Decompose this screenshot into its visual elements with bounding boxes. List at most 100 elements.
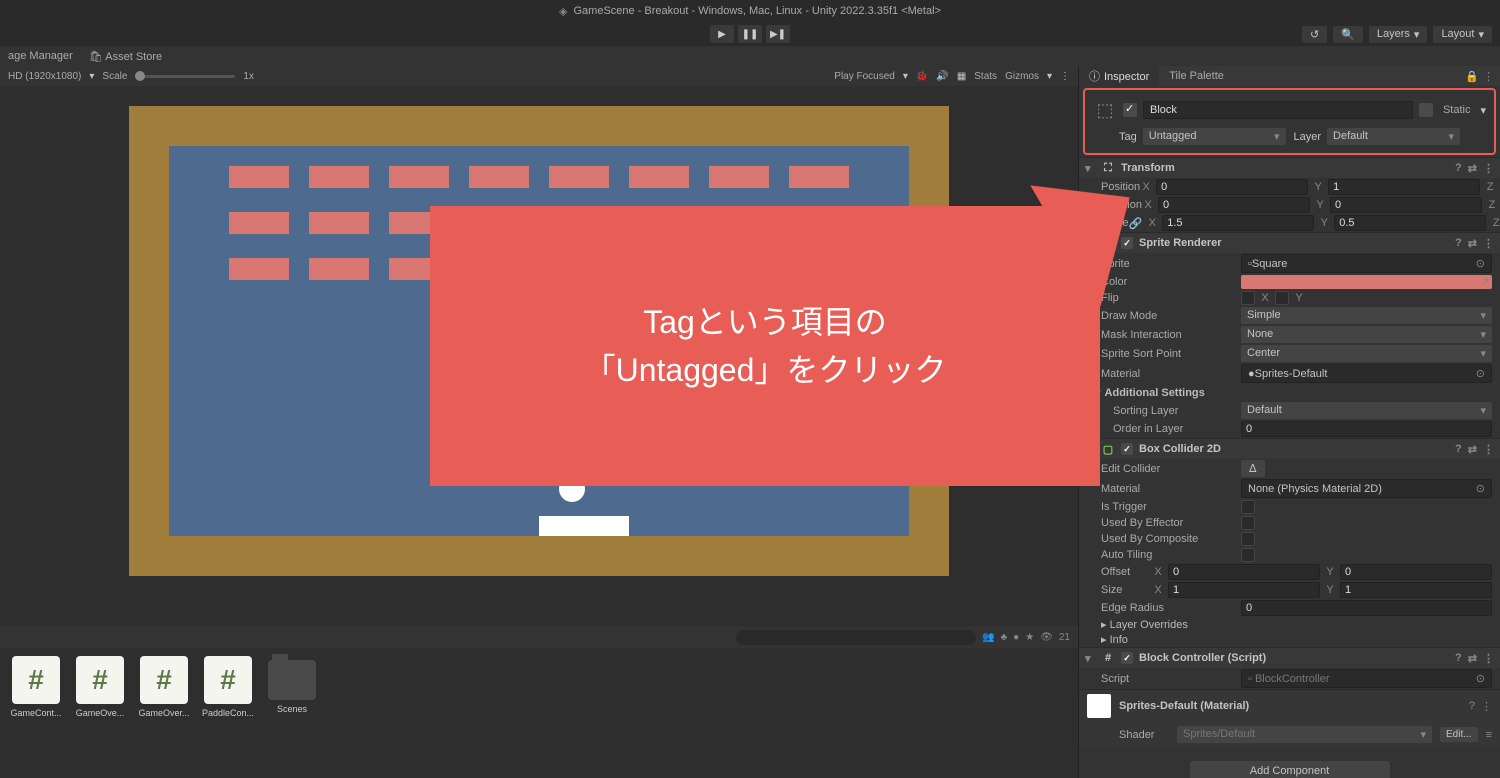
menu-icon[interactable]: ⋮: [1483, 237, 1494, 250]
flip-y-checkbox[interactable]: [1275, 291, 1289, 305]
rot-x-input[interactable]: [1158, 197, 1310, 213]
pos-y-input[interactable]: [1328, 179, 1480, 195]
highlighted-area: ⬚ ✓ Static ▾ Tag Untagged Layer Default: [1083, 88, 1496, 155]
add-component-button[interactable]: Add Component: [1190, 761, 1390, 778]
shader-edit-button[interactable]: Edit...: [1440, 727, 1478, 742]
color-picker[interactable]: [1241, 275, 1492, 289]
layer-overrides-header[interactable]: ▸ Layer Overrides: [1101, 618, 1241, 631]
mute-icon[interactable]: 🐞: [916, 71, 928, 82]
layers-dropdown[interactable]: Layers ▾: [1369, 26, 1428, 43]
tab-package-manager[interactable]: age Manager: [8, 50, 73, 62]
tag-dropdown[interactable]: Untagged: [1143, 128, 1286, 145]
stats-button[interactable]: Stats: [974, 71, 997, 82]
shader-menu-icon[interactable]: ≡: [1486, 729, 1492, 741]
pause-button[interactable]: ❚❚: [738, 25, 762, 43]
material-swatch[interactable]: [1087, 694, 1111, 718]
audio-icon[interactable]: 🔊: [936, 71, 948, 82]
tab-asset-store[interactable]: 🛍 Asset Store: [89, 50, 162, 63]
offset-y-input[interactable]: [1340, 564, 1492, 580]
play-focused-dropdown[interactable]: Play Focused: [834, 71, 895, 82]
search-button[interactable]: 🔍: [1333, 26, 1363, 43]
preset-icon[interactable]: ⇄: [1468, 652, 1477, 665]
box-collider-component: ▾▢Box Collider 2D?⇄⋮ Edit Colliderᐃ Mate…: [1079, 438, 1500, 647]
undo-history-button[interactable]: ↺: [1302, 26, 1327, 43]
pos-x-input[interactable]: [1156, 179, 1308, 195]
size-x-input[interactable]: [1168, 582, 1320, 598]
resolution-dropdown[interactable]: HD (1920x1080): [8, 71, 81, 82]
menu-icon[interactable]: ⋮: [1481, 700, 1492, 713]
offset-x-input[interactable]: [1168, 564, 1320, 580]
enable-checkbox[interactable]: [1121, 652, 1133, 664]
static-dropdown-icon[interactable]: ▾: [1480, 104, 1486, 117]
is-trigger-checkbox[interactable]: [1241, 500, 1255, 514]
static-checkbox[interactable]: [1419, 103, 1433, 117]
play-button[interactable]: ▶: [710, 25, 734, 43]
menu-icon[interactable]: ⋮: [1483, 70, 1494, 83]
composite-checkbox[interactable]: [1241, 532, 1255, 546]
active-checkbox[interactable]: ✓: [1123, 103, 1137, 117]
sorting-layer-dropdown[interactable]: Default: [1241, 402, 1492, 419]
effector-checkbox[interactable]: [1241, 516, 1255, 530]
layer-dropdown[interactable]: Default: [1327, 128, 1460, 145]
auto-tiling-checkbox[interactable]: [1241, 548, 1255, 562]
menu-icon[interactable]: ⋮: [1483, 652, 1494, 665]
help-icon[interactable]: ?: [1469, 700, 1475, 713]
scale-y-input[interactable]: [1334, 215, 1486, 231]
scale-slider[interactable]: [135, 75, 235, 78]
favorite-icon[interactable]: ★: [1025, 632, 1034, 643]
label-filter-icon[interactable]: ●: [1013, 632, 1019, 643]
scale-x-input[interactable]: [1162, 215, 1314, 231]
step-button[interactable]: ▶❚: [766, 25, 790, 43]
flip-x-checkbox[interactable]: [1241, 291, 1255, 305]
sort-point-dropdown[interactable]: Center: [1241, 345, 1492, 362]
menu-icon[interactable]: ⋮: [1483, 162, 1494, 175]
menu-icon[interactable]: ⋮: [1483, 443, 1494, 456]
hidden-icon[interactable]: 👁: [1040, 632, 1053, 643]
gizmos-dropdown[interactable]: Gizmos: [1005, 71, 1039, 82]
edge-radius-input[interactable]: [1241, 600, 1492, 616]
asset-item[interactable]: #PaddleCon...: [200, 656, 256, 770]
tag-label: Tag: [1119, 131, 1137, 143]
type-filter-icon[interactable]: ♣: [1001, 632, 1008, 643]
collapse-icon[interactable]: ▾: [1085, 652, 1095, 665]
tab-inspector[interactable]: ⓘInspector: [1079, 66, 1159, 87]
enable-checkbox[interactable]: [1121, 443, 1133, 455]
layout-dropdown[interactable]: Layout ▾: [1433, 26, 1492, 43]
material-field[interactable]: ●Sprites-Default: [1241, 364, 1492, 383]
asset-item[interactable]: #GameCont...: [8, 656, 64, 770]
object-name-input[interactable]: [1143, 101, 1413, 119]
tab-tile-palette[interactable]: Tile Palette: [1159, 67, 1234, 85]
mask-interaction-dropdown[interactable]: None: [1241, 326, 1492, 343]
frame-icon[interactable]: ▦: [957, 71, 966, 82]
info-header[interactable]: ▸ Info: [1101, 633, 1241, 646]
preset-icon[interactable]: ⇄: [1468, 443, 1477, 456]
preset-icon[interactable]: ⇄: [1468, 237, 1477, 250]
sprite-field[interactable]: ▫Square: [1241, 254, 1492, 273]
material-section: Sprites-Default (Material) ?⋮ Shader Spr…: [1079, 689, 1500, 747]
asset-item[interactable]: #GameOve...: [72, 656, 128, 770]
asset-count: 21: [1059, 632, 1070, 643]
gameobject-icon[interactable]: ⬚: [1093, 98, 1117, 122]
preset-icon[interactable]: ⇄: [1468, 162, 1477, 175]
shader-dropdown[interactable]: Sprites/Default: [1177, 726, 1432, 743]
help-icon[interactable]: ?: [1455, 652, 1462, 665]
draw-mode-dropdown[interactable]: Simple: [1241, 307, 1492, 324]
filter-icon[interactable]: 👥: [982, 632, 994, 643]
asset-folder[interactable]: Scenes: [264, 656, 320, 770]
rot-y-input[interactable]: [1330, 197, 1482, 213]
script-field[interactable]: ▫ BlockController: [1241, 669, 1492, 688]
game-view: Tagという項目の 「Untagged」をクリック: [0, 86, 1078, 626]
play-controls-bar: ▶ ❚❚ ▶❚ ↺ 🔍 Layers ▾ Layout ▾: [0, 22, 1500, 46]
asset-item[interactable]: #GameOver...: [136, 656, 192, 770]
project-search-input[interactable]: [736, 630, 976, 645]
help-icon[interactable]: ?: [1455, 237, 1462, 250]
additional-settings-header[interactable]: Additional Settings: [1079, 384, 1500, 401]
order-in-layer-input[interactable]: [1241, 421, 1492, 437]
lock-icon[interactable]: 🔒: [1465, 70, 1479, 83]
help-icon[interactable]: ?: [1455, 443, 1462, 456]
help-icon[interactable]: ?: [1455, 162, 1462, 175]
collider-material-field[interactable]: None (Physics Material 2D): [1241, 479, 1492, 498]
size-y-input[interactable]: [1340, 582, 1492, 598]
edit-collider-button[interactable]: ᐃ: [1241, 460, 1265, 477]
menu-icon[interactable]: ⋮: [1060, 71, 1070, 82]
